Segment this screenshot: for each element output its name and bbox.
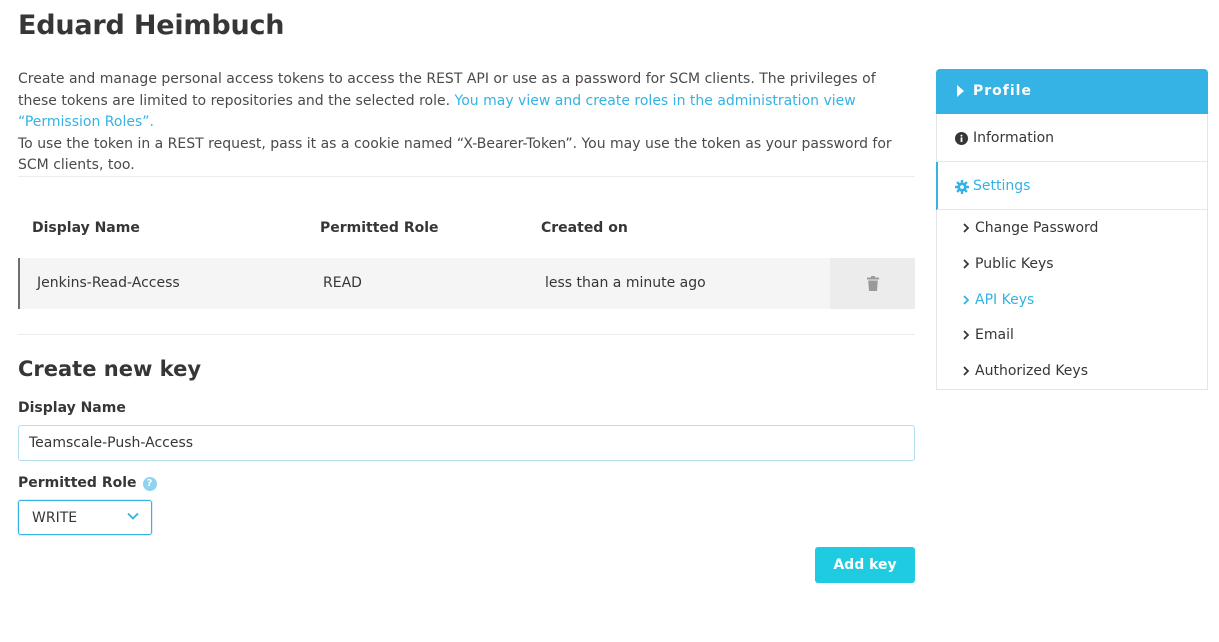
sidebar-divider: [937, 209, 1207, 210]
sidebar-item-label: Settings: [973, 178, 1031, 194]
chevron-right-icon: [963, 295, 969, 305]
role-select[interactable]: WRITE: [18, 500, 152, 535]
table-header: Display Name Permitted Role Created on: [18, 220, 915, 240]
chevron-right-icon: [963, 330, 969, 340]
page-title: Eduard Heimbuch: [18, 10, 285, 41]
add-key-button[interactable]: Add key: [815, 547, 915, 583]
chevron-right-icon: [963, 259, 969, 269]
sidebar-item-label: Information: [973, 130, 1055, 146]
divider: [18, 334, 915, 335]
info-circle-icon: [955, 132, 968, 145]
sidebar-header-label: Profile: [973, 83, 1032, 99]
intro-text-part2: To use the token in a REST request, pass…: [18, 135, 892, 174]
trash-icon[interactable]: [866, 276, 879, 291]
sidebar-item-label: Public Keys: [975, 256, 1054, 272]
row-display-name: Jenkins-Read-Access: [37, 275, 180, 291]
row-created: less than a minute ago: [545, 275, 706, 291]
sidebar-item-label: API Keys: [975, 292, 1035, 308]
sidebar-divider: [937, 161, 1207, 162]
create-key-title: Create new key: [18, 357, 202, 381]
delete-key-button[interactable]: [830, 258, 915, 309]
col-display-name: Display Name: [32, 220, 140, 236]
col-created-on: Created on: [541, 220, 628, 236]
display-name-label: Display Name: [18, 400, 126, 416]
active-indicator: [936, 162, 938, 210]
row-role: READ: [323, 275, 362, 291]
gear-icon: [955, 180, 969, 194]
sidebar-item-label: Change Password: [975, 220, 1099, 236]
sidebar-header-profile[interactable]: Profile: [936, 69, 1208, 114]
sidebar-item-label: Authorized Keys: [975, 363, 1088, 379]
caret-right-icon: [957, 85, 964, 97]
table-row: Jenkins-Read-Access READ less than a min…: [18, 258, 915, 309]
question-circle-icon[interactable]: ?: [142, 477, 157, 491]
chevron-right-icon: [963, 366, 969, 376]
divider: [18, 176, 915, 177]
chevron-right-icon: [963, 223, 969, 233]
sidebar-item-label: Email: [975, 327, 1014, 343]
intro-text: Create and manage personal access tokens…: [18, 69, 915, 177]
permitted-role-label-row: Permitted Role?: [18, 475, 157, 491]
display-name-input[interactable]: [18, 425, 915, 461]
permitted-role-label: Permitted Role: [18, 475, 137, 491]
sidebar-menu: Information Settings Change Password Pub…: [936, 114, 1208, 390]
col-permitted-role: Permitted Role: [320, 220, 439, 236]
role-select-value: WRITE: [32, 510, 78, 526]
chevron-down-icon: [127, 512, 139, 520]
